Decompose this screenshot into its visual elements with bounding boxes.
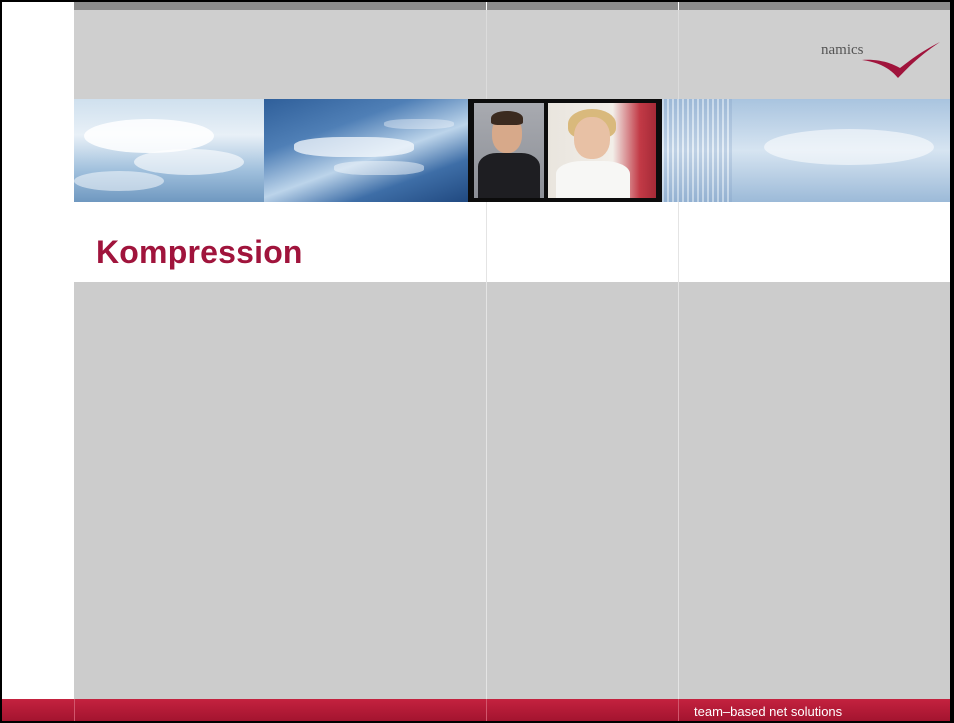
footer-divider [74, 699, 75, 721]
footer-bar: team–based net solutions [2, 699, 950, 721]
wave-foam [334, 161, 424, 175]
footer-tagline: team–based net solutions [694, 704, 843, 719]
woman-head [574, 117, 610, 159]
top-bar-segment [74, 2, 486, 10]
column-divider [486, 10, 487, 99]
column-divider [486, 202, 487, 699]
header-area [74, 10, 950, 99]
man-body [478, 153, 540, 198]
woman-photo [548, 103, 656, 198]
striped-overlay [662, 99, 732, 202]
woman-body [556, 161, 630, 198]
top-bar-segment [679, 2, 950, 10]
cloud [134, 149, 244, 175]
wave-foam [384, 119, 454, 129]
photo-banner [74, 99, 950, 202]
footer-divider [678, 699, 679, 721]
top-bar-segment [487, 2, 678, 10]
man-hair [491, 111, 523, 125]
footer-divider [486, 699, 487, 721]
man-photo [474, 103, 544, 198]
top-bar [2, 2, 950, 10]
cloud [74, 171, 164, 191]
logo-text: namics [821, 42, 864, 58]
cloud [84, 119, 214, 153]
title-area: Kompression [74, 202, 950, 282]
ocean-wave-image [264, 99, 474, 202]
content-area [74, 282, 950, 699]
column-divider [678, 202, 679, 699]
namics-swoosh-logo-icon [862, 42, 940, 78]
cloud [764, 129, 934, 165]
people-photo [468, 99, 662, 202]
slide-title: Kompression [96, 234, 303, 270]
wave-foam [294, 137, 414, 157]
slide: namics Kompression team–based net soluti… [2, 2, 950, 721]
column-divider [678, 10, 679, 99]
